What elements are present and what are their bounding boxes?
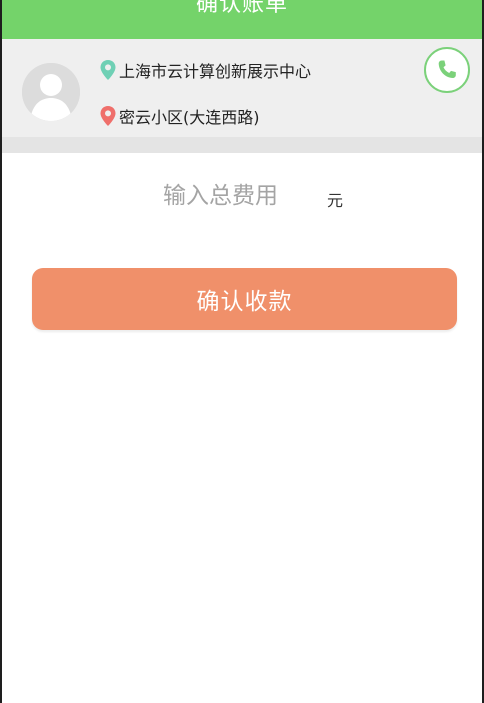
confirm-payment-button[interactable]: 确认收款 <box>32 268 457 330</box>
origin-row: 上海市云计算创新展示中心 <box>99 57 311 83</box>
location-pin-icon <box>100 60 116 80</box>
origin-address: 上海市云计算创新展示中心 <box>119 62 312 81</box>
total-fee-input[interactable] <box>162 176 313 216</box>
currency-unit: 元 <box>326 191 343 210</box>
location-pin-icon <box>100 106 116 126</box>
phone-icon <box>438 60 456 78</box>
panel-divider <box>2 137 482 153</box>
trip-info-panel: 上海市云计算创新展示中心 密云小区(大连西路) <box>2 39 482 153</box>
screen: 确认账单 上海市云计算创新展示中心 密云小区(大连西路) 输入总费用 元 确认收… <box>0 0 484 703</box>
destination-row: 密云小区(大连西路) <box>99 103 260 129</box>
destination-address: 密云小区(大连西路) <box>119 108 260 127</box>
fee-entry-row: 元 <box>2 174 482 218</box>
header-bar: 确认账单 <box>2 0 482 39</box>
page-title: 确认账单 <box>195 0 288 17</box>
avatar <box>22 63 80 121</box>
user-avatar-icon <box>22 63 80 121</box>
call-button[interactable] <box>424 47 470 93</box>
